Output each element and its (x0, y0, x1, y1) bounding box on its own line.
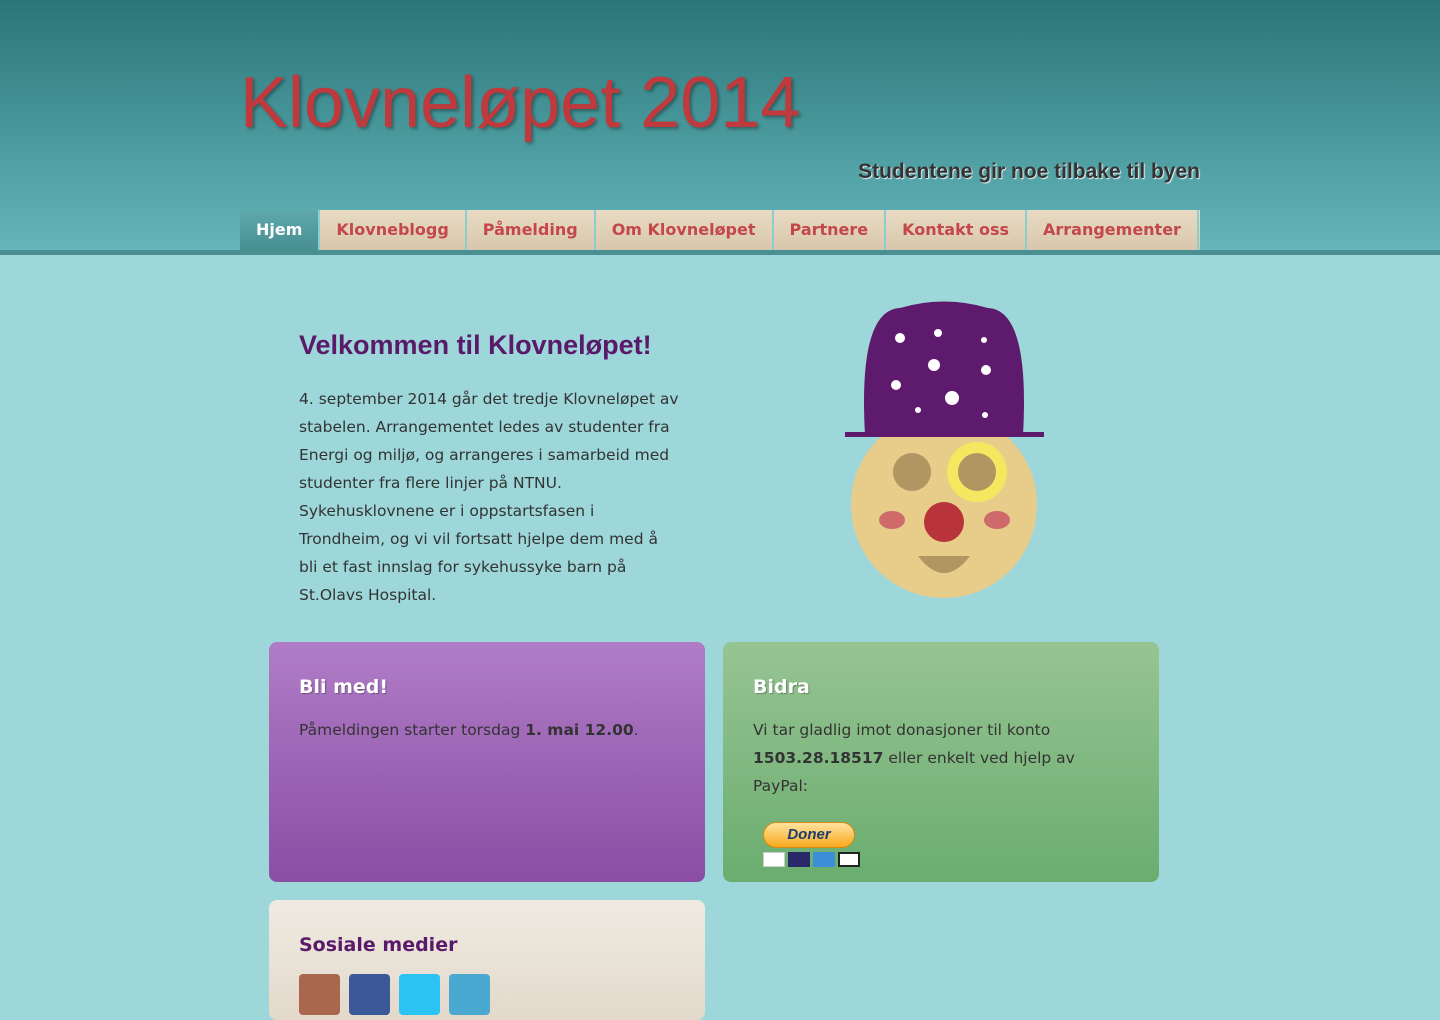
facebook-icon[interactable] (349, 974, 390, 1015)
join-title: Bli med! (299, 676, 389, 698)
join-text-end: . (633, 721, 639, 739)
join-box: Bli med! Påmeldingen starter torsdag 1. … (269, 642, 705, 882)
nav-pamelding[interactable]: Påmelding (467, 210, 596, 250)
twitter-icon[interactable] (399, 974, 440, 1015)
nav-om-klovnelopet[interactable]: Om Klovneløpet (596, 210, 774, 250)
donate-title: Bidra (753, 676, 810, 698)
social-box: Sosiale medier (269, 900, 705, 1020)
main-nav: Hjem Klovneblogg Påmelding Om Klovneløpe… (240, 210, 1200, 250)
welcome-text: 4. september 2014 går det tredje Klovnel… (299, 390, 679, 604)
site-title[interactable]: Klovneløpet 2014 (240, 62, 800, 144)
nav-partnere[interactable]: Partnere (774, 210, 887, 250)
donate-text-lead: Vi tar gladlig imot donasjoner til konto (753, 721, 1051, 739)
tagline: Studentene gir noe tilbake til byen (858, 160, 1200, 183)
join-date: 1. mai 12.00 (525, 721, 634, 739)
nav-kontakt-oss[interactable]: Kontakt oss (886, 210, 1027, 250)
paypal-donate[interactable]: Doner (763, 822, 1129, 867)
amex-icon (813, 852, 835, 867)
social-title: Sosiale medier (299, 934, 458, 956)
payment-cards (763, 852, 1129, 867)
join-text-lead: Påmeldingen starter torsdag (299, 721, 526, 739)
account-number: 1503.28.18517 (753, 749, 884, 767)
join-text: Påmeldingen starter torsdag 1. mai 12.00… (299, 716, 675, 744)
welcome-title: Velkommen til Klovneløpet! (299, 330, 652, 360)
donate-box: Bidra Vi tar gladlig imot donasjoner til… (723, 642, 1159, 882)
nav-hjem[interactable]: Hjem (240, 210, 321, 250)
nav-klovneblogg[interactable]: Klovneblogg (320, 210, 467, 250)
nav-arrangementer[interactable]: Arrangementer (1027, 210, 1199, 250)
mastercard-icon (788, 852, 810, 867)
instagram-icon[interactable] (299, 974, 340, 1015)
header: Klovneløpet 2014 Studentene gir noe tilb… (0, 0, 1440, 255)
doner-button[interactable]: Doner (763, 822, 855, 848)
vimeo-icon[interactable] (449, 974, 490, 1015)
discover-icon (838, 852, 860, 867)
visa-icon (763, 852, 785, 867)
donate-text: Vi tar gladlig imot donasjoner til konto… (753, 716, 1129, 800)
clown-illustration (845, 301, 1044, 598)
